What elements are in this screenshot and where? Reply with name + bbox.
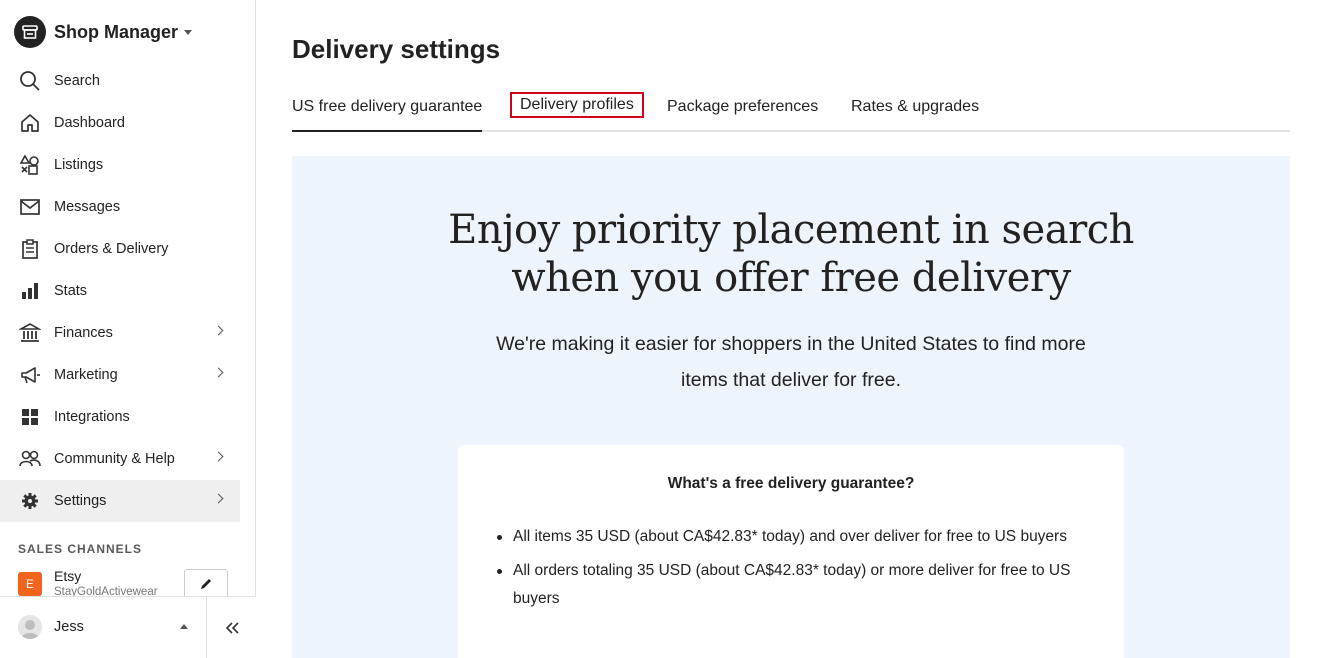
chevron-right-icon — [213, 493, 224, 504]
sidebar-item-finances[interactable]: Finances — [0, 312, 240, 354]
list-item: All items 35 USD (about CA$42.83* today)… — [497, 523, 1113, 551]
sidebar-item-marketing[interactable]: Marketing — [0, 354, 240, 396]
promo-headline: Enjoy priority placement in search when … — [292, 206, 1290, 302]
chevron-right-icon — [213, 451, 224, 462]
sidebar-item-label: Marketing — [54, 367, 118, 383]
pencil-icon — [201, 579, 211, 589]
sidebar-item-label: Settings — [54, 493, 107, 509]
channel-name: Etsy — [54, 568, 82, 584]
page-title: Delivery settings — [292, 34, 501, 64]
list-item: All orders totaling 35 USD (about CA$42.… — [497, 557, 1113, 613]
megaphone-icon — [18, 363, 42, 387]
sidebar-item-settings[interactable]: Settings — [0, 480, 240, 522]
sidebar-item-label: Stats — [54, 283, 88, 299]
chevron-right-icon — [213, 367, 224, 378]
sidebar-item-listings[interactable]: Listings — [0, 144, 240, 186]
double-chevron-left-icon — [225, 622, 239, 634]
sidebar-item-label: Integrations — [54, 409, 130, 425]
tab-delivery-profiles[interactable]: Delivery profiles — [510, 92, 644, 118]
shapes-icon — [18, 153, 42, 177]
tab-us-free-delivery-guarantee[interactable]: US free delivery guarantee — [292, 98, 483, 132]
clipboard-icon — [18, 237, 42, 261]
user-name[interactable]: Jess — [54, 619, 84, 635]
promo-headline-line1: Enjoy priority placement in search — [448, 207, 1134, 253]
sidebar-item-label: Finances — [54, 325, 113, 341]
edit-channel-button[interactable] — [184, 569, 228, 599]
sidebar-item-integrations[interactable]: Integrations — [0, 396, 240, 438]
sidebar-item-orders-delivery[interactable]: Orders & Delivery — [0, 228, 240, 270]
sidebar-item-label: Community & Help — [54, 451, 175, 467]
etsy-badge-icon: E — [18, 572, 42, 596]
promo-headline-line2: when you offer free delivery — [511, 255, 1071, 301]
chevron-right-icon — [213, 325, 224, 336]
sales-channels-heading: SALES CHANNELS — [18, 542, 143, 556]
caret-down-icon — [184, 29, 193, 35]
sidebar-item-label: Dashboard — [54, 115, 125, 131]
promo-banner: Enjoy priority placement in search when … — [292, 156, 1290, 658]
shop-manager-title: Shop Manager — [54, 21, 179, 42]
tab-rates-upgrades[interactable]: Rates & upgrades — [851, 98, 979, 116]
bar-chart-icon — [18, 279, 42, 303]
bank-icon — [18, 321, 42, 345]
people-icon — [18, 447, 42, 471]
settings-tabs: US free delivery guarantee Delivery prof… — [292, 92, 1290, 132]
card-bullet-list: All items 35 USD (about CA$42.83* today)… — [497, 523, 1113, 619]
sidebar-item-search[interactable]: Search — [0, 60, 240, 102]
info-card: What's a free delivery guarantee? All it… — [458, 445, 1124, 658]
shop-manager-menu[interactable]: Shop Manager — [14, 16, 193, 48]
channel-shop-name: StayGoldActivewear — [54, 586, 158, 596]
tab-package-preferences[interactable]: Package preferences — [667, 98, 818, 116]
collapse-sidebar-button[interactable] — [206, 597, 256, 658]
sidebar-item-stats[interactable]: Stats — [0, 270, 240, 312]
sidebar-item-community-help[interactable]: Community & Help — [0, 438, 240, 480]
sidebar-item-dashboard[interactable]: Dashboard — [0, 102, 240, 144]
shop-icon — [14, 16, 46, 48]
envelope-icon — [18, 195, 42, 219]
user-bar: Jess — [0, 596, 256, 658]
sidebar-item-label: Search — [54, 73, 100, 89]
card-title: What's a free delivery guarantee? — [667, 475, 915, 492]
promo-subtext: We're making it easier for shoppers in t… — [496, 333, 1086, 391]
grid-icon — [18, 405, 42, 429]
caret-up-icon[interactable] — [180, 624, 188, 629]
search-icon — [18, 69, 42, 93]
sidebar-item-messages[interactable]: Messages — [0, 186, 240, 228]
sidebar: Shop Manager Search Dashboard Listings M… — [0, 0, 256, 658]
home-icon — [18, 111, 42, 135]
sidebar-item-label: Listings — [54, 157, 104, 173]
sidebar-item-label: Orders & Delivery — [54, 241, 169, 257]
sidebar-nav: Search Dashboard Listings Messages Order… — [0, 60, 240, 522]
avatar[interactable] — [18, 615, 42, 639]
gear-icon — [18, 489, 42, 513]
sidebar-item-label: Messages — [54, 199, 121, 215]
